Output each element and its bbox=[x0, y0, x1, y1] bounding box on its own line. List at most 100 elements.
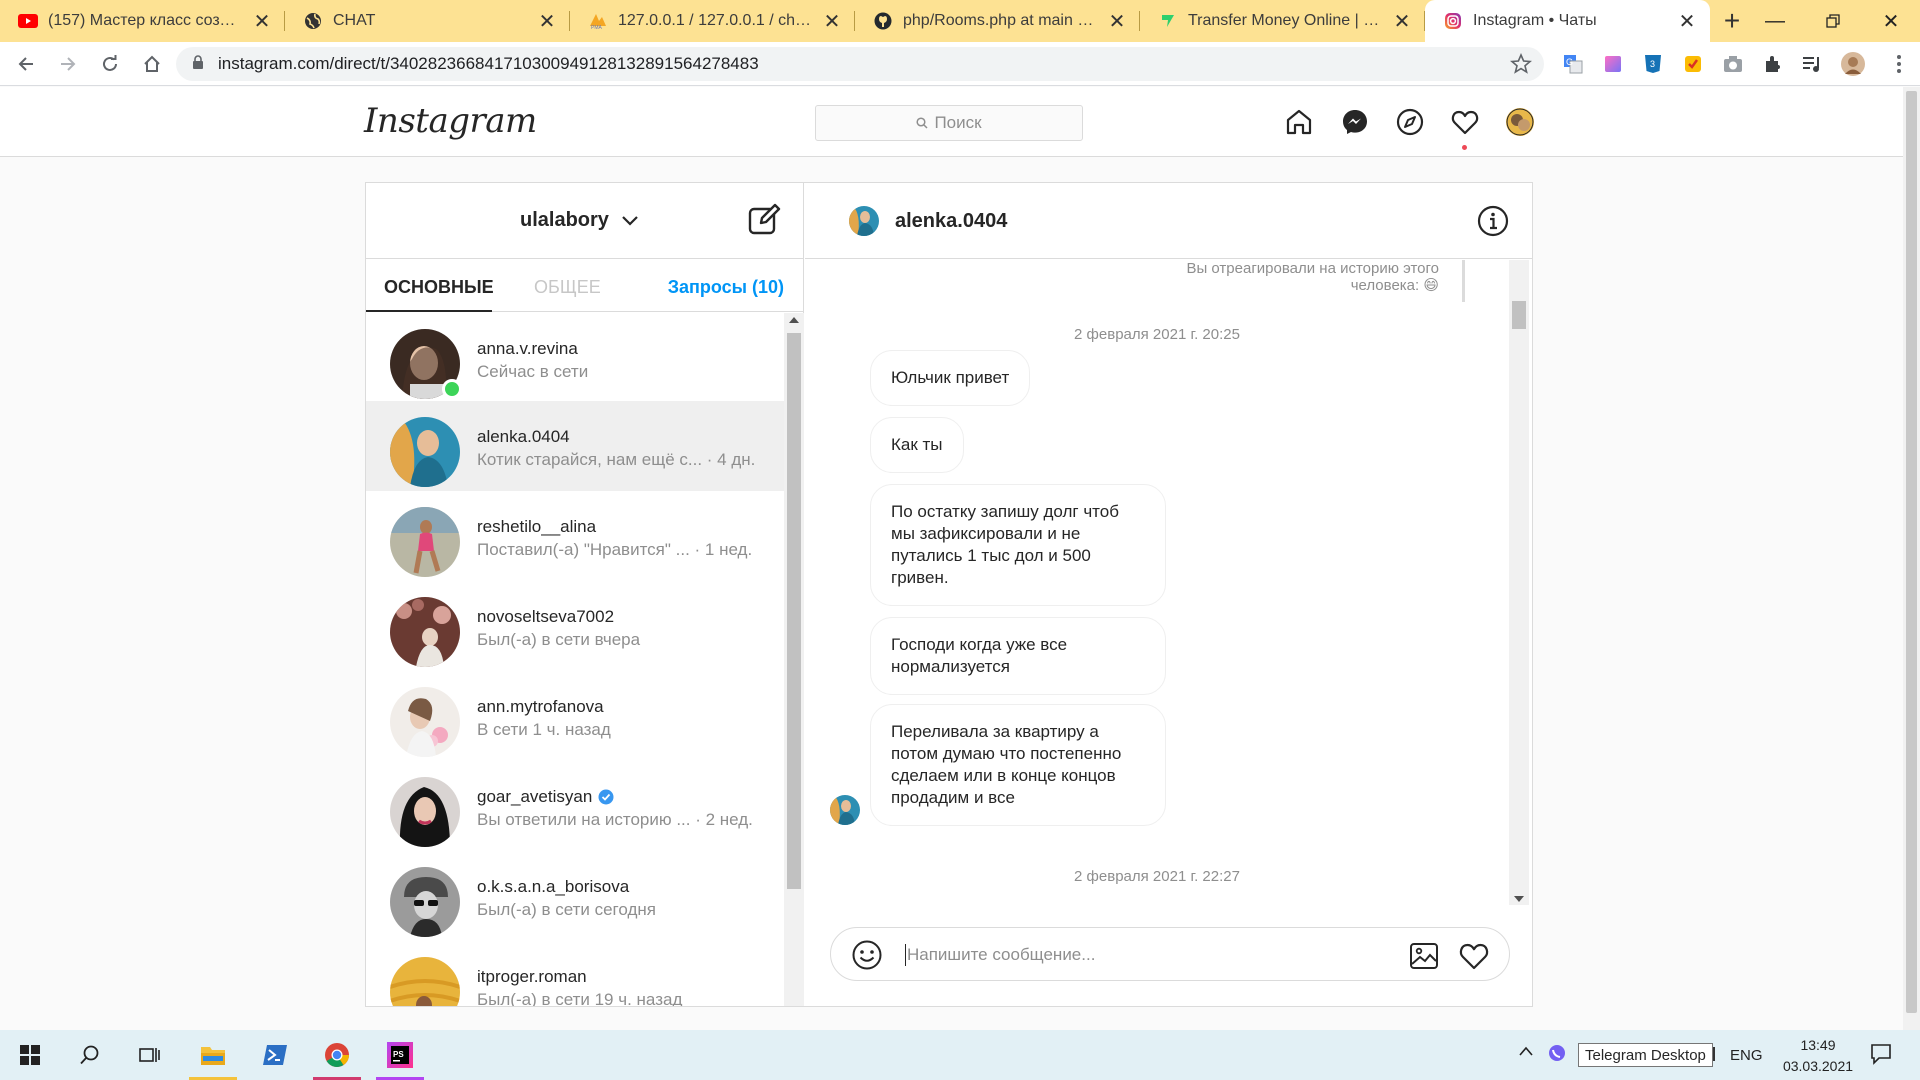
chat-list-scrollbar[interactable] bbox=[784, 313, 804, 1006]
chevron-up-icon[interactable] bbox=[1518, 1044, 1534, 1062]
minimize-icon[interactable]: — bbox=[1746, 0, 1804, 42]
search-input[interactable]: Поиск bbox=[815, 105, 1083, 141]
norton-extension-icon[interactable] bbox=[1681, 52, 1705, 76]
browser-tab-phpmyadmin[interactable]: PMA 127.0.0.1 / 127.0.0.1 / chat / ✕ bbox=[570, 0, 855, 42]
message-bubble[interactable]: Как ты bbox=[870, 417, 964, 473]
avatar bbox=[390, 417, 460, 487]
globe-icon bbox=[303, 11, 323, 31]
new-message-icon[interactable] bbox=[747, 203, 781, 237]
chat-item[interactable]: itproger.roman Был(-а) в сети 19 ч. наза… bbox=[366, 941, 784, 1006]
page-scrollbar[interactable] bbox=[1903, 87, 1920, 1030]
messenger-icon[interactable] bbox=[1340, 107, 1370, 137]
chat-item[interactable]: ann.mytrofanova В сети 1 ч. назад bbox=[366, 671, 784, 761]
browser-tab-strip: (157) Мастер класс создаем ✕ CHAT ✕ PMA … bbox=[0, 0, 1920, 42]
camera-extension-icon[interactable] bbox=[1721, 52, 1745, 76]
gradient-extension-icon[interactable] bbox=[1601, 52, 1625, 76]
bookmark-star-icon[interactable] bbox=[1510, 52, 1532, 80]
chat-username: itproger.roman bbox=[477, 967, 587, 986]
scroll-up-arrow-icon[interactable] bbox=[789, 317, 799, 323]
css-extension-icon[interactable]: 3 bbox=[1641, 52, 1665, 76]
chat-preview: Сейчас в сети bbox=[477, 362, 589, 381]
media-control-icon[interactable] bbox=[1801, 52, 1825, 76]
browser-tab-instagram[interactable]: Instagram • Чаты ✕ bbox=[1425, 0, 1710, 42]
contact-name[interactable]: alenka.0404 bbox=[895, 210, 1007, 233]
tab-title: Transfer Money Online | Sen bbox=[1188, 12, 1383, 29]
close-icon[interactable]: ✕ bbox=[1676, 9, 1698, 34]
search-placeholder: Поиск bbox=[934, 113, 982, 132]
chat-item-selected[interactable]: alenka.0404 Котик старайся, нам ещё с...… bbox=[366, 401, 784, 491]
windows-start-icon[interactable] bbox=[0, 1030, 60, 1080]
thread-scrollbar[interactable] bbox=[1509, 260, 1529, 905]
browser-tab-youtube[interactable]: (157) Мастер класс создаем ✕ bbox=[0, 0, 285, 42]
chat-username: ann.mytrofanova bbox=[477, 697, 604, 716]
image-upload-icon[interactable] bbox=[1408, 940, 1440, 972]
contact-avatar[interactable] bbox=[849, 206, 879, 236]
restore-icon[interactable] bbox=[1804, 0, 1862, 42]
avatar bbox=[390, 957, 460, 1006]
close-icon[interactable]: ✕ bbox=[1391, 9, 1413, 34]
chrome-icon[interactable] bbox=[307, 1030, 367, 1080]
tab-title: (157) Мастер класс создаем bbox=[48, 12, 243, 29]
input-language[interactable]: ENG bbox=[1730, 1047, 1763, 1064]
profile-avatar[interactable] bbox=[1505, 107, 1535, 137]
explore-compass-icon[interactable] bbox=[1395, 107, 1425, 137]
message-bubble[interactable]: По остатку запишу долг чтоб мы зафиксиро… bbox=[870, 484, 1166, 606]
scrollbar-thumb[interactable] bbox=[1512, 301, 1526, 329]
story-reaction-note: Вы отреагировали на историю этого челове… bbox=[1186, 260, 1439, 294]
task-view-icon[interactable] bbox=[120, 1030, 180, 1080]
tab-primary[interactable]: ОСНОВНЫЕ bbox=[384, 277, 494, 298]
file-explorer-icon[interactable] bbox=[183, 1030, 243, 1080]
chat-username: o.k.s.a.n.a_borisova bbox=[477, 877, 630, 896]
message-bubble[interactable]: Юльчик привет bbox=[870, 350, 1031, 406]
instagram-logo[interactable]: Instagram bbox=[364, 101, 537, 141]
close-icon[interactable]: ✕ bbox=[821, 9, 843, 34]
close-icon[interactable]: ✕ bbox=[251, 9, 273, 34]
scrollbar-thumb[interactable] bbox=[787, 333, 801, 889]
profile-avatar-icon[interactable] bbox=[1841, 52, 1865, 76]
chat-username: goar_avetisyan bbox=[477, 787, 614, 807]
message-bubble[interactable]: Переливала за квартиру а потом думаю что… bbox=[870, 704, 1166, 826]
back-icon[interactable] bbox=[6, 44, 46, 84]
chat-preview: Поставил(-а) "Нравится" ... · 1 нед. bbox=[477, 540, 753, 559]
browser-tab-github[interactable]: php/Rooms.php at main · jfe ✕ bbox=[855, 0, 1140, 42]
home-nav-icon[interactable] bbox=[1284, 107, 1314, 137]
message-input[interactable] bbox=[907, 941, 1387, 969]
chat-item[interactable]: reshetilo__alina Поставил(-а) "Нравится"… bbox=[366, 491, 784, 581]
phpstorm-icon[interactable]: PS bbox=[370, 1030, 430, 1080]
close-icon[interactable]: ✕ bbox=[536, 9, 558, 34]
close-icon[interactable]: ✕ bbox=[1106, 9, 1128, 34]
notifications-icon[interactable] bbox=[1870, 1043, 1892, 1070]
home-icon[interactable] bbox=[132, 44, 172, 84]
info-icon[interactable] bbox=[1477, 205, 1509, 237]
scroll-down-arrow-icon[interactable] bbox=[1514, 896, 1524, 902]
close-window-icon[interactable]: ✕ bbox=[1862, 0, 1920, 42]
chat-item[interactable]: o.k.s.a.n.a_borisova Был(-а) в сети сего… bbox=[366, 851, 784, 941]
activity-heart-icon[interactable] bbox=[1450, 107, 1480, 137]
tab-requests[interactable]: Запросы (10) bbox=[668, 277, 784, 298]
chat-item[interactable]: anna.v.revina Сейчас в сети bbox=[366, 313, 784, 403]
chat-item[interactable]: goar_avetisyan Вы ответили на историю ..… bbox=[366, 761, 784, 851]
chat-item[interactable]: novoseltseva7002 Был(-а) в сети вчера bbox=[366, 581, 784, 671]
browser-tab-chat[interactable]: CHAT ✕ bbox=[285, 0, 570, 42]
address-bar[interactable]: instagram.com/direct/t/34028236684171030… bbox=[176, 47, 1544, 81]
extensions-puzzle-icon[interactable] bbox=[1761, 52, 1785, 76]
viber-icon[interactable] bbox=[1547, 1044, 1567, 1069]
like-heart-icon[interactable] bbox=[1458, 940, 1490, 972]
scrollbar-thumb[interactable] bbox=[1906, 91, 1917, 1013]
forward-icon[interactable] bbox=[48, 44, 88, 84]
instagram-header: Instagram Поиск bbox=[0, 87, 1920, 157]
account-switcher[interactable]: ulalabory bbox=[520, 209, 639, 232]
emoji-icon[interactable] bbox=[851, 939, 883, 971]
tab-general[interactable]: ОБЩЕЕ bbox=[534, 277, 601, 298]
reload-icon[interactable] bbox=[90, 44, 130, 84]
browser-tab-wise[interactable]: Transfer Money Online | Sen ✕ bbox=[1140, 0, 1425, 42]
browser-menu-icon[interactable] bbox=[1887, 52, 1911, 76]
sender-avatar[interactable] bbox=[830, 795, 860, 825]
tab-title: 127.0.0.1 / 127.0.0.1 / chat / bbox=[618, 12, 813, 29]
translate-extension-icon[interactable]: G bbox=[1561, 52, 1585, 76]
powershell-icon[interactable] bbox=[245, 1030, 305, 1080]
chat-preview: Вы ответили на историю ... · 2 нед. bbox=[477, 810, 753, 829]
message-bubble[interactable]: Господи когда уже все нормализуется bbox=[870, 617, 1166, 695]
system-clock[interactable]: 13:49 03.03.2021 bbox=[1768, 1035, 1868, 1077]
taskbar-search-icon[interactable] bbox=[60, 1030, 120, 1080]
